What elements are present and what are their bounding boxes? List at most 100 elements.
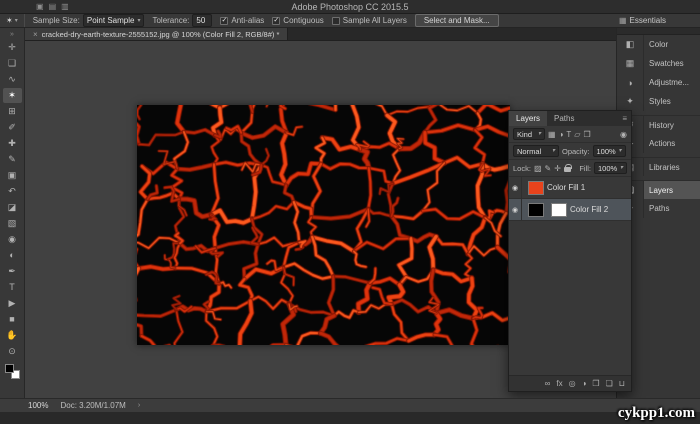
- tool-pen[interactable]: ✒: [3, 264, 22, 279]
- foreground-background-colors[interactable]: [5, 364, 20, 379]
- document-icon[interactable]: ▤: [49, 0, 57, 14]
- dock-item-adjustments[interactable]: ◑ Adjustme...: [617, 73, 700, 92]
- panel-menu-icon[interactable]: ≡: [618, 111, 631, 126]
- blend-mode-value: Normal: [517, 147, 541, 156]
- workspace-switcher[interactable]: ▦ Essentials: [619, 16, 666, 25]
- tool-move[interactable]: ✛: [3, 40, 22, 55]
- tool-path-selection[interactable]: ▶: [3, 296, 22, 311]
- tool-type[interactable]: T: [3, 280, 22, 295]
- tool-magic-wand[interactable]: ✶: [3, 88, 22, 103]
- tab-paths[interactable]: Paths: [547, 111, 581, 126]
- tool-crop[interactable]: ⊞: [3, 104, 22, 119]
- magic-wand-icon: ✶: [6, 16, 13, 25]
- tool-brush[interactable]: ✎: [3, 152, 22, 167]
- title-bar: ▣ ▤ ▥ Adobe Photoshop CC 2015.5: [0, 0, 700, 14]
- tab-strip: × cracked-dry-earth-texture-2555152.jpg …: [25, 28, 616, 41]
- blend-mode-select[interactable]: Normal ▾: [513, 145, 559, 157]
- foreground-color-swatch[interactable]: [5, 364, 14, 373]
- opacity-value: 100%: [597, 147, 616, 156]
- window-bottom-strip: [0, 412, 700, 424]
- layer-thumbnail[interactable]: [528, 203, 544, 217]
- layers-panel-footer: ∞ fx ◎ ◑ ❒ ❏ ⊔: [509, 375, 631, 391]
- filter-adjustment-layers-icon[interactable]: ◑: [559, 130, 564, 139]
- tool-rectangle-shape[interactable]: ■: [3, 312, 22, 327]
- layer-row-color-fill-2[interactable]: ◉ Color Fill 2: [509, 199, 631, 221]
- dock-item-swatches[interactable]: ▦ Swatches: [617, 54, 700, 73]
- zoom-level-input[interactable]: 100%: [28, 401, 48, 410]
- new-group-icon[interactable]: ❒: [592, 380, 599, 388]
- tool-gradient[interactable]: ▧: [3, 216, 22, 231]
- tool-hand[interactable]: ✋: [3, 328, 22, 343]
- toolbar-collapse-icon[interactable]: »: [10, 30, 14, 39]
- tool-preset-picker[interactable]: ✶ ▾: [6, 14, 25, 27]
- tab-layers[interactable]: Layers: [509, 111, 547, 126]
- visibility-eye-icon[interactable]: ◉: [509, 199, 522, 220]
- document-tab[interactable]: × cracked-dry-earth-texture-2555152.jpg …: [25, 28, 288, 40]
- status-flyout-icon[interactable]: ›: [138, 402, 140, 409]
- kind-filter-value: Kind: [517, 130, 532, 139]
- lock-transparency-icon[interactable]: ▨: [534, 164, 542, 173]
- fill-input[interactable]: 100% ▾: [594, 162, 627, 174]
- tolerance-input[interactable]: 50: [192, 14, 212, 27]
- document-image[interactable]: [137, 105, 510, 345]
- tool-zoom[interactable]: ⊙: [3, 344, 22, 359]
- tool-eraser[interactable]: ◪: [3, 200, 22, 215]
- workspace-icon: ▦: [619, 16, 627, 25]
- checkbox-checked-icon: ✓: [220, 17, 228, 25]
- checkbox-checked-icon: ✓: [272, 17, 280, 25]
- lock-fill-row: Lock: ▨ ✎ ✛ Fill: 100% ▾: [509, 160, 631, 177]
- tool-clone-stamp[interactable]: ▣: [3, 168, 22, 183]
- tool-eyedropper[interactable]: ✐: [3, 120, 22, 135]
- tool-spot-healing-brush[interactable]: ✚: [3, 136, 22, 151]
- tool-lasso[interactable]: ∿: [3, 72, 22, 87]
- layers-list: ◉ Color Fill 1 ◉ Color Fill 2: [509, 177, 631, 375]
- dock-item-label: Paths: [643, 199, 700, 218]
- dock-item-label: Adjustme...: [643, 73, 700, 92]
- new-layer-icon[interactable]: ❏: [606, 380, 613, 388]
- doc-size-info[interactable]: Doc: 3.20M/1.07M: [60, 401, 125, 410]
- link-layers-icon[interactable]: ∞: [545, 380, 551, 388]
- select-and-mask-button[interactable]: Select and Mask...: [415, 14, 499, 27]
- new-adjustment-layer-icon[interactable]: ◑: [582, 380, 587, 388]
- filter-pixel-layers-icon[interactable]: ▦: [548, 130, 556, 139]
- lock-all-icon[interactable]: [564, 164, 571, 172]
- delete-layer-icon[interactable]: ⊔: [619, 380, 625, 388]
- layer-row-color-fill-1[interactable]: ◉ Color Fill 1: [509, 177, 631, 199]
- sample-all-layers-checkbox[interactable]: Sample All Layers: [332, 16, 407, 25]
- tool-history-brush[interactable]: ↶: [3, 184, 22, 199]
- options-bar: ✶ ▾ Sample Size: Point Sample ▾ Toleranc…: [0, 14, 700, 28]
- lock-position-icon[interactable]: ✛: [554, 164, 561, 173]
- filter-shape-layers-icon[interactable]: ▱: [574, 130, 580, 139]
- title-bar-icons: ▣ ▤ ▥: [36, 0, 69, 14]
- layer-thumbnail[interactable]: [528, 181, 544, 195]
- kind-filter-select[interactable]: Kind ▾: [513, 128, 545, 140]
- document-icon[interactable]: ▥: [61, 0, 69, 14]
- sample-size-select[interactable]: Point Sample ▾: [83, 14, 145, 27]
- sample-size-label: Sample Size:: [33, 16, 80, 25]
- layer-style-icon[interactable]: fx: [556, 380, 562, 388]
- dock-item-color[interactable]: ◧ Color: [617, 35, 700, 54]
- lock-pixels-icon[interactable]: ✎: [545, 164, 552, 173]
- dock-item-label: Actions: [643, 134, 700, 153]
- tool-dodge[interactable]: ◐: [3, 248, 22, 263]
- opacity-input[interactable]: 100% ▾: [593, 145, 626, 157]
- dock-collapse-bar[interactable]: [617, 28, 700, 35]
- dock-item-label: Color: [643, 35, 700, 54]
- fill-label: Fill:: [579, 164, 591, 173]
- close-icon[interactable]: ×: [33, 30, 38, 39]
- filter-type-layers-icon[interactable]: T: [566, 130, 571, 139]
- chevron-down-icon: ▾: [15, 18, 18, 24]
- layer-mask-thumbnail[interactable]: [551, 203, 567, 217]
- layers-panel-tabs: Layers Paths ≡: [509, 111, 631, 126]
- add-layer-mask-icon[interactable]: ◎: [569, 380, 576, 388]
- workspace-label: Essentials: [630, 16, 666, 25]
- anti-alias-checkbox[interactable]: ✓ Anti-alias: [220, 16, 264, 25]
- dock-item-styles[interactable]: ✦ Styles: [617, 92, 700, 111]
- document-icon[interactable]: ▣: [36, 0, 44, 14]
- contiguous-checkbox[interactable]: ✓ Contiguous: [272, 16, 323, 25]
- visibility-eye-icon[interactable]: ◉: [509, 177, 522, 198]
- filter-toggle-icon[interactable]: ◉: [620, 130, 627, 139]
- tool-rectangular-marquee[interactable]: ❑: [3, 56, 22, 71]
- filter-smart-object-icon[interactable]: ❒: [583, 130, 590, 139]
- tool-blur[interactable]: ◉: [3, 232, 22, 247]
